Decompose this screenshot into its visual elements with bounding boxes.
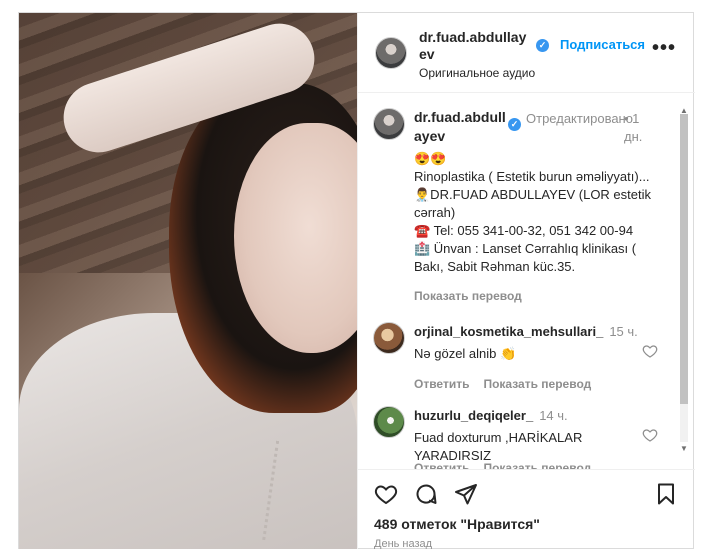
caption-text: 😍😍 Rinoplastika ( Estetik burun əməliyya… [414, 150, 664, 276]
commenter-avatar[interactable] [373, 322, 405, 354]
heart-icon[interactable] [642, 427, 658, 443]
caption-author-avatar[interactable] [373, 108, 405, 140]
caption-line: 👨‍⚕️DR.FUAD ABDULLAYEV (LOR estetik cərr… [414, 187, 652, 220]
original-audio-link[interactable]: Оригинальное аудио [419, 66, 535, 80]
author-avatar[interactable] [375, 37, 407, 69]
show-translation-button[interactable]: Показать перевод [414, 289, 522, 303]
heart-icon[interactable] [374, 482, 398, 506]
comment-header: huzurlu_deqiqeler_ 14 ч. [414, 408, 568, 423]
post-actions-bar: 489 отметок "Нравится" День назад [358, 469, 695, 549]
comment-item: orjinal_kosmetika_mehsullari_ 15 ч. Nə gö… [358, 322, 695, 412]
comment-time[interactable]: 15 ч. [609, 324, 637, 339]
reply-button[interactable]: Ответить [414, 461, 469, 469]
show-translation-button[interactable]: Показать перевод [483, 461, 591, 469]
reply-button[interactable]: Ответить [414, 377, 469, 391]
comment-time[interactable]: 14 ч. [539, 408, 567, 423]
scroll-down-arrow-icon[interactable]: ▼ [680, 444, 688, 453]
commenter-username[interactable]: huzurlu_deqiqeler_ [414, 408, 533, 423]
heart-icon[interactable] [642, 343, 658, 359]
post-header: dr.fuad.abdullayev ✓ Подписаться ••• Ори… [358, 13, 695, 93]
caption-username[interactable]: dr.fuad.abdullayev [414, 108, 506, 146]
edited-label: Отредактировано [526, 111, 633, 126]
comment-actions: Ответить Показать перевод [414, 377, 605, 391]
caption-time[interactable]: • 1 дн. [624, 110, 660, 146]
comment-text: Fuad doxturum ,HARİKALAR YARADIRSIZ [414, 430, 583, 463]
post-side-panel: dr.fuad.abdullayev ✓ Подписаться ••• Ори… [357, 13, 695, 549]
more-options-icon[interactable]: ••• [652, 37, 676, 60]
bookmark-icon[interactable] [654, 482, 678, 506]
post-date[interactable]: День назад [374, 538, 432, 549]
caption-line: Rinoplastika ( Estetik burun əməliyyatı)… [414, 169, 650, 184]
comment-text: Nə gözel alnib 👏 [414, 346, 517, 361]
comment-actions: Ответить Показать перевод [414, 461, 605, 469]
caption-line: 😍😍 [414, 151, 447, 166]
scrollbar-thumb[interactable] [680, 114, 688, 404]
follow-button[interactable]: Подписаться [560, 37, 645, 52]
instagram-post-modal: dr.fuad.abdullayev ✓ Подписаться ••• Ори… [18, 12, 695, 549]
caption-line: 🏥 Ünvan : Lanset Cərrahlıq klinikası ( B… [414, 241, 637, 274]
comment-bubble-icon[interactable] [414, 482, 438, 506]
comments-scrollbar[interactable]: ▲ ▼ [677, 106, 691, 453]
likes-count[interactable]: 489 отметок "Нравится" [374, 516, 540, 532]
verified-badge-icon: ✓ [536, 39, 549, 52]
comment-header: orjinal_kosmetika_mehsullari_ 15 ч. [414, 324, 638, 339]
comment-item: huzurlu_deqiqeler_ 14 ч. Fuad doxturum ,H… [358, 406, 695, 469]
post-photo[interactable] [19, 13, 357, 549]
paper-plane-icon[interactable] [454, 482, 478, 506]
show-translation-button[interactable]: Показать перевод [483, 377, 591, 391]
commenter-avatar[interactable] [373, 406, 405, 438]
verified-badge-icon: ✓ [508, 118, 521, 131]
commenter-username[interactable]: orjinal_kosmetika_mehsullari_ [414, 324, 603, 339]
caption-line: ☎️ Tel: 055 341-00-32, 051 342 00-94 [414, 223, 634, 238]
author-username[interactable]: dr.fuad.abdullayev [419, 29, 531, 63]
comments-section[interactable]: dr.fuad.abdullayev ✓ Отредактировано • 1… [358, 94, 695, 469]
